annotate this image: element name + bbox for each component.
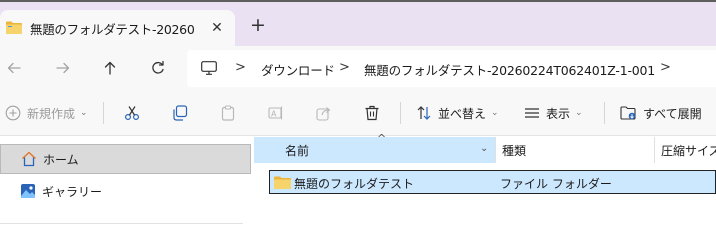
column-header-type-label: 種類: [502, 143, 527, 158]
extract-all-label: すべて展開: [643, 106, 702, 121]
sidebar-item-home[interactable]: ホーム: [0, 144, 251, 174]
cut-button[interactable]: [124, 90, 140, 136]
breadcrumb-downloads[interactable]: ダウンロード: [261, 60, 335, 79]
file-name: 無題のフォルダテスト: [294, 177, 415, 191]
column-header-size-label: 圧縮サイズ: [661, 143, 716, 158]
computer-icon: [201, 61, 217, 75]
forward-button[interactable]: [52, 57, 74, 79]
tab-active[interactable]: 無題のフォルダテスト-20260224T062401Z-1-001 ✕: [0, 10, 235, 46]
home-icon: [21, 151, 37, 167]
view-button[interactable]: 表示 ⌄: [524, 90, 583, 136]
toolbar-divider: [103, 102, 104, 124]
view-list-icon: [525, 108, 539, 118]
tab-title: 無題のフォルダテスト-20260224T062401Z-1-001: [30, 22, 195, 37]
extract-all-button[interactable]: すべて展開: [620, 90, 702, 136]
top-edge: [0, 0, 716, 2]
toolbar-divider: [400, 102, 401, 124]
toolbar-divider: [604, 102, 605, 124]
chevron-down-icon[interactable]: ⌄: [480, 143, 488, 154]
sort-ascending-icon: ^: [377, 132, 387, 145]
breadcrumb-current-folder[interactable]: 無題のフォルダテスト-20260224T062401Z-1-001: [364, 60, 655, 79]
extract-folder-icon: [620, 106, 636, 120]
column-header-size[interactable]: 圧縮サイズ: [655, 137, 716, 163]
sidebar-divider: [0, 223, 243, 224]
file-row[interactable]: 無題のフォルダテスト ファイル フォルダー: [269, 170, 716, 194]
sidebar-item-label: ホーム: [43, 152, 79, 167]
svg-text:A: A: [271, 110, 277, 119]
copy-button[interactable]: [172, 90, 188, 136]
back-button[interactable]: [3, 57, 25, 79]
chevron-down-icon: ⌄: [80, 108, 88, 118]
new-tab-button[interactable]: +: [248, 15, 268, 35]
view-label: 表示: [546, 106, 571, 121]
new-label: 新規作成: [27, 106, 76, 121]
sort-label: 並べ替え: [438, 106, 487, 121]
new-button[interactable]: 新規作成 ⌄: [5, 90, 88, 136]
refresh-icon: [152, 60, 164, 74]
sort-arrows-icon: [417, 106, 431, 120]
file-explorer-window: 無題のフォルダテスト-20260224T062401Z-1-001 ✕ +: [0, 0, 716, 245]
share-icon: [316, 107, 331, 121]
copy-icon: [173, 105, 188, 121]
column-header-name-label: 名前: [285, 143, 310, 158]
rename-button[interactable]: A: [268, 90, 284, 136]
refresh-button[interactable]: [147, 57, 169, 79]
arrow-up-icon: [104, 61, 116, 75]
scissors-icon: [124, 106, 140, 121]
chevron-down-icon: ⌄: [575, 108, 583, 118]
sort-button[interactable]: 並べ替え ⌄: [416, 90, 499, 136]
column-header-type[interactable]: 種類: [496, 137, 654, 163]
column-header-name[interactable]: 名前 ^ ⌄: [254, 132, 495, 163]
address-bar[interactable]: > ダウンロード > 無題のフォルダテスト-20260224T062401Z-1…: [187, 50, 716, 87]
file-type: ファイル フォルダー: [500, 177, 612, 191]
navigation-bar: > ダウンロード > 無題のフォルダテスト-20260224T062401Z-1…: [0, 46, 716, 90]
sidebar-item-gallery[interactable]: ギャラリー: [0, 176, 251, 206]
paste-button[interactable]: [220, 90, 236, 136]
breadcrumb-separator[interactable]: >: [660, 60, 671, 75]
sidebar-item-label: ギャラリー: [42, 184, 103, 199]
navigation-pane: ホーム ギャラリー: [0, 137, 254, 245]
rename-icon: A: [268, 106, 283, 120]
gallery-icon: [20, 183, 36, 199]
folder-icon: [274, 176, 291, 189]
title-bar: 無題のフォルダテスト-20260224T062401Z-1-001 ✕ +: [0, 0, 716, 46]
command-bar: 新規作成 ⌄ A 並べ替え ⌄ 表示 ⌄ すべて展開: [0, 90, 716, 136]
trash-icon: [365, 105, 379, 121]
breadcrumb-separator[interactable]: >: [235, 60, 246, 75]
delete-button[interactable]: [364, 90, 380, 136]
breadcrumb-separator[interactable]: >: [339, 60, 350, 75]
folder-icon: [6, 21, 22, 34]
arrow-right-icon: [56, 62, 70, 74]
tab-close-button[interactable]: ✕: [208, 19, 226, 37]
share-button[interactable]: [316, 90, 332, 136]
arrow-left-icon: [7, 62, 21, 74]
file-list: 名前 ^ ⌄ 種類 圧縮サイズ 無題のフォルダテスト ファイル フォルダー: [254, 132, 716, 245]
plus-circle-icon: [5, 105, 21, 121]
up-button[interactable]: [99, 57, 121, 79]
clipboard-icon: [221, 105, 235, 121]
chevron-down-icon: ⌄: [491, 108, 499, 118]
